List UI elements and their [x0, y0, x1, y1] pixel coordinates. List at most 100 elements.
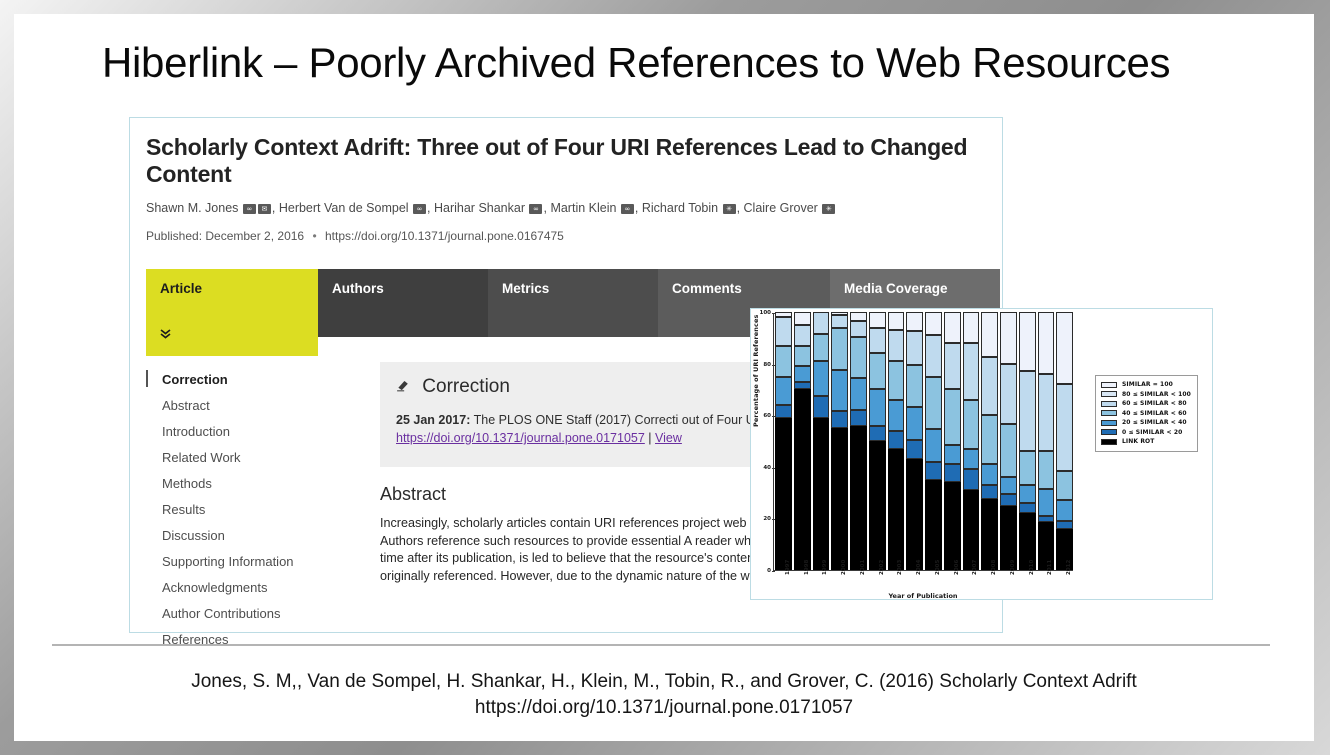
chart-segment — [831, 327, 848, 371]
toc-item-correction[interactable]: Correction — [146, 370, 358, 398]
chart-segment — [1037, 488, 1055, 516]
chart-segment — [850, 377, 867, 411]
toc-item-label: Author Contributions — [162, 606, 281, 621]
chart-segment — [943, 389, 961, 445]
tab-metrics-label: Metrics — [502, 281, 550, 296]
chart-segment — [925, 376, 942, 430]
chart-y-tick: 20 — [751, 516, 775, 522]
table-of-contents: Correction Abstract Introduction Related Wo… — [146, 362, 358, 647]
chart-legend: SIMILAR = 100 80 ≤ SIMILAR < 100 60 ≤ SIMI… — [1095, 375, 1198, 452]
chart-segment — [793, 389, 811, 570]
chart-bar-2003 — [887, 312, 906, 570]
toc-item-acknowledgments[interactable]: Acknowledgments — [146, 580, 358, 606]
chart-plot-wrapper: 0 20 40 60 80 100 1997 1998 1999 2000 2001 2002 2003… — [760, 310, 1074, 575]
chart-segment — [775, 417, 792, 570]
chart-segment — [812, 312, 830, 334]
chart-segment — [850, 425, 867, 570]
chart-segment — [981, 484, 998, 500]
toc-item-author-contributions[interactable]: Author Contributions — [146, 606, 358, 632]
author-name[interactable]: Martin Klein — [550, 201, 619, 215]
chart-segment — [981, 357, 998, 416]
chart-legend-swatch — [1101, 410, 1117, 416]
tab-article[interactable]: Article — [146, 269, 318, 356]
chart-x-axis-label: Year of Publication — [888, 592, 958, 600]
toc-item-introduction[interactable]: Introduction — [146, 424, 358, 450]
author-separator: , — [634, 201, 642, 215]
chart-segment — [962, 448, 980, 470]
chart-x-tick: 2008 — [991, 559, 998, 575]
orcid-icon[interactable]: ∞ — [620, 204, 634, 214]
chart-y-tick: 60 — [751, 413, 775, 419]
chart-bar-2009 — [999, 312, 1018, 570]
chart-y-tick: 0 — [751, 568, 775, 574]
chart-bar-2012 — [1055, 312, 1074, 570]
citation-line-2[interactable]: https://doi.org/10.1371/journal.pone.017… — [74, 695, 1254, 721]
chart-plot-area — [773, 312, 1074, 571]
chart-segment — [775, 404, 792, 418]
chart-segment — [1056, 470, 1073, 501]
correction-doi-link[interactable]: https://doi.org/10.1371/journal.pone.017… — [396, 431, 645, 445]
chart-segment — [850, 410, 867, 426]
toc-item-label: Introduction — [162, 424, 230, 439]
chart-segment — [887, 330, 905, 362]
chart-segment — [981, 415, 998, 465]
chart-bar-1999 — [812, 312, 831, 570]
correction-link-separator: | — [644, 431, 656, 445]
affiliation-icon[interactable]: ✳ — [722, 204, 736, 214]
author-name[interactable]: Herbert Van de Sompel — [279, 201, 412, 215]
toc-item-methods[interactable]: Methods — [146, 476, 358, 502]
author-name[interactable]: Harihar Shankar — [434, 201, 529, 215]
toc-item-supporting-information[interactable]: Supporting Information — [146, 554, 358, 580]
chart-x-tick: 2009 — [1009, 559, 1016, 575]
chart-bar-2008 — [980, 312, 999, 570]
chart-bar-2001 — [849, 312, 868, 570]
chart-segment — [850, 336, 867, 378]
chart-y-tick: 100 — [751, 310, 775, 316]
chart-segment — [812, 361, 830, 396]
affiliation-icon[interactable]: ✳ — [822, 204, 836, 214]
author-name[interactable]: Shawn M. Jones — [146, 201, 242, 215]
toc-item-results[interactable]: Results — [146, 502, 358, 528]
chart-segment — [943, 444, 961, 465]
toc-item-related-work[interactable]: Related Work — [146, 450, 358, 476]
chart-segment — [1056, 521, 1073, 529]
chart-segment — [925, 461, 942, 480]
chart-segment — [1000, 312, 1017, 364]
tab-metrics[interactable]: Metrics — [488, 269, 658, 337]
orcid-icon[interactable]: ∞ — [242, 204, 256, 214]
orcid-icon[interactable]: ∞ — [413, 204, 427, 214]
chart-segment — [1018, 502, 1036, 514]
author-name[interactable]: Claire Grover — [744, 201, 822, 215]
chart-segment — [962, 490, 980, 570]
email-icon[interactable]: ✉ — [257, 204, 271, 214]
chart-segment — [831, 370, 848, 412]
chart-segment — [868, 327, 886, 354]
toc-item-abstract[interactable]: Abstract — [146, 398, 358, 424]
paper-title: Scholarly Context Adrift: Three out of F… — [146, 134, 968, 187]
orcid-icon[interactable]: ∞ — [529, 204, 543, 214]
correction-view-link[interactable]: View — [655, 431, 682, 445]
chart-x-tick: 2001 — [859, 559, 866, 575]
chart-segment — [1056, 384, 1073, 471]
author-name[interactable]: Richard Tobin — [642, 201, 722, 215]
toc-item-discussion[interactable]: Discussion — [146, 528, 358, 554]
chart-segment — [812, 395, 830, 418]
chart-x-tick: 2010 — [1028, 559, 1035, 575]
author-separator: , — [427, 201, 434, 215]
chart-legend-item: LINK ROT — [1101, 437, 1191, 446]
paper-doi-link[interactable]: https://doi.org/10.1371/journal.pone.016… — [325, 229, 564, 243]
eraser-icon — [396, 376, 411, 400]
chart-legend-label: 40 ≤ SIMILAR < 60 — [1122, 409, 1187, 417]
chart-legend-swatch — [1101, 438, 1117, 445]
chart-segment — [887, 399, 905, 431]
chart-legend-label: SIMILAR = 100 — [1122, 381, 1173, 388]
chart-y-axis-label: Percentage of URI References — [752, 314, 760, 427]
tab-authors[interactable]: Authors — [318, 269, 488, 337]
chart-x-tick: 2006 — [953, 559, 960, 575]
tab-article-label: Article — [160, 281, 203, 296]
slide-canvas: Hiberlink – Poorly Archived References t… — [14, 14, 1314, 741]
chevron-down-icon[interactable] — [159, 327, 172, 342]
chart-segment — [793, 312, 811, 325]
chart-segment — [793, 345, 811, 367]
chart-segment — [793, 366, 811, 382]
